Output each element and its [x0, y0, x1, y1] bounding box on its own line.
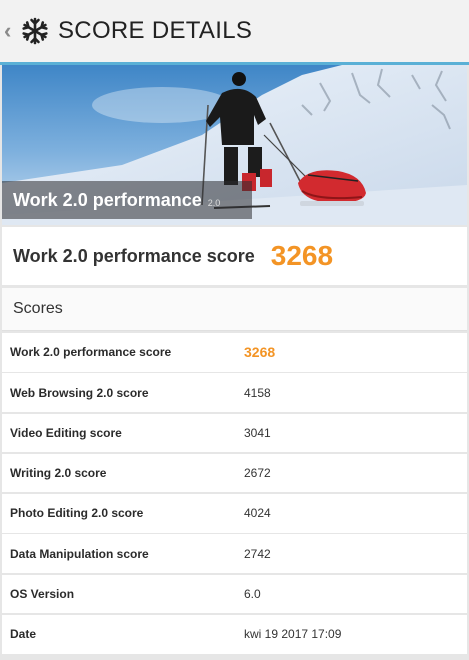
row-value: 4024 [244, 506, 271, 521]
app-bar: ‹ SCORE DETAILS [0, 0, 469, 62]
row-label: Writing 2.0 score [10, 466, 107, 481]
row-label: Work 2.0 performance score [10, 345, 172, 360]
back-arrow-icon[interactable]: ‹ [4, 20, 18, 42]
table-row: Web Browsing 2.0 score 4158 [2, 373, 467, 412]
scores-section-header: Scores [2, 288, 467, 331]
hero-title: Work 2.0 performance [13, 189, 202, 210]
table-row: Data Manipulation score 2742 [2, 534, 467, 573]
table-row: Photo Editing 2.0 score 4024 [2, 494, 467, 533]
row-value: 4158 [244, 385, 271, 400]
overall-score-label: Work 2.0 performance score [13, 245, 255, 266]
scores-section-title: Scores [13, 300, 63, 317]
table-row: Writing 2.0 score 2672 [2, 453, 467, 493]
row-label: Data Manipulation score [10, 546, 149, 561]
row-value: 2672 [244, 466, 271, 481]
row-label: OS Version [10, 587, 75, 602]
page-title: SCORE DETAILS [58, 17, 253, 44]
scores-table: Work 2.0 performance score 3268 Web Brow… [2, 333, 467, 655]
row-value: 3268 [244, 344, 276, 361]
row-value: 6.0 [244, 587, 261, 602]
row-label: Web Browsing 2.0 score [10, 385, 149, 400]
table-row: Date kwi 19 2017 17:09 [2, 615, 467, 654]
row-value: 3041 [244, 425, 271, 440]
hero-version: 2.0 [207, 198, 221, 208]
hero-title-band: Work 2.0 performance 2.0 [2, 181, 252, 219]
row-label: Date [10, 627, 37, 642]
overall-score-value: 3268 [270, 240, 334, 271]
row-label: Video Editing score [10, 425, 122, 440]
hero-banner: Work 2.0 performance 2.0 [2, 65, 467, 225]
overall-score-card: Work 2.0 performance score 3268 [2, 227, 467, 285]
row-value: 2742 [244, 546, 271, 561]
snowflake-icon[interactable] [20, 16, 50, 46]
table-row: Work 2.0 performance score 3268 [2, 333, 467, 372]
table-row: Video Editing score 3041 [2, 413, 467, 453]
row-value: kwi 19 2017 17:09 [244, 627, 342, 642]
row-label: Photo Editing 2.0 score [10, 506, 144, 521]
table-row: OS Version 6.0 [2, 574, 467, 614]
